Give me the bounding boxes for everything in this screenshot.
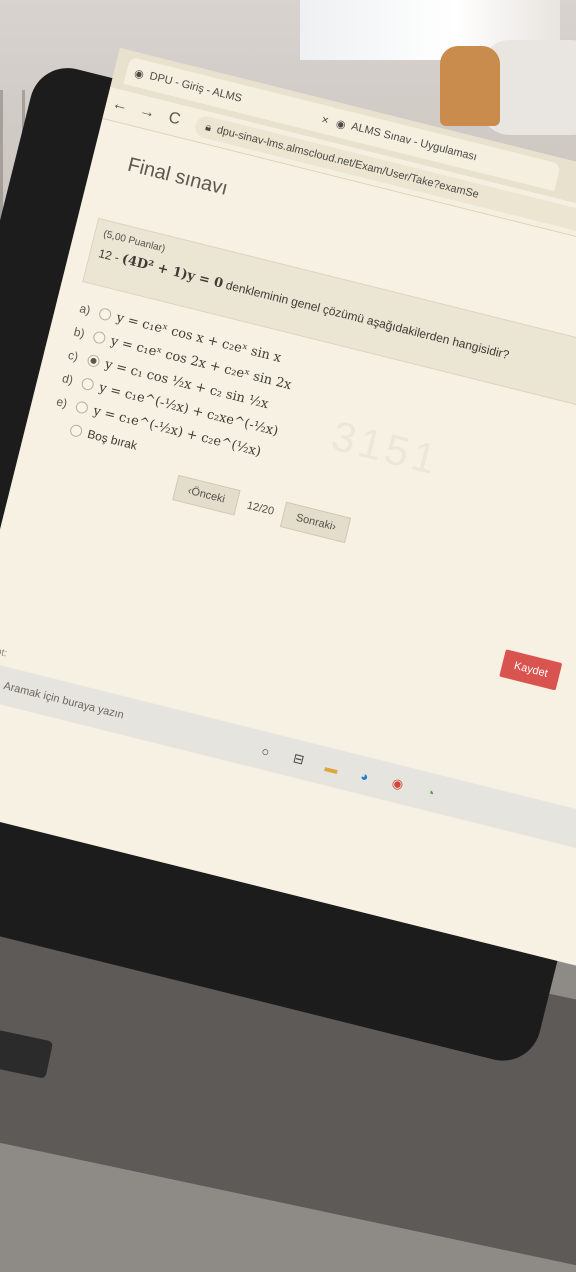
option-radio[interactable] bbox=[97, 307, 113, 322]
next-label: Sonraki bbox=[294, 511, 334, 533]
lock-icon: 🔒︎ bbox=[204, 120, 213, 134]
option-letter: c) bbox=[66, 347, 80, 364]
back-arrow-icon[interactable]: ← bbox=[104, 94, 136, 118]
file-explorer-icon[interactable]: ▬ bbox=[319, 755, 343, 779]
laptop-screen: ◉ DPU - Giriş - ALMS × ◉ ALMS Sınav - Uy… bbox=[0, 48, 576, 970]
option-radio[interactable] bbox=[68, 423, 84, 439]
windows-taskbar: ⊞ ⚲ Aramak için buraya yazın ○ ⊟ ▬ ◕ ◉ ◔ bbox=[0, 652, 576, 869]
save-button[interactable]: Kaydet bbox=[499, 649, 563, 691]
option-letter: a) bbox=[78, 301, 92, 318]
favicon-icon: ◉ bbox=[334, 117, 348, 132]
keyboard-key bbox=[0, 1029, 54, 1079]
widgets-icon[interactable]: ⊟ bbox=[287, 747, 311, 771]
forward-arrow-icon[interactable]: → bbox=[131, 100, 163, 124]
option-radio[interactable] bbox=[74, 400, 90, 415]
app-icon[interactable]: ◔ bbox=[418, 780, 442, 804]
option-letter bbox=[51, 424, 65, 427]
chrome-icon[interactable]: ◉ bbox=[385, 772, 409, 796]
previous-label: Önceki bbox=[190, 485, 227, 506]
option-letter: b) bbox=[72, 324, 87, 341]
edge-icon[interactable]: ◕ bbox=[352, 764, 376, 788]
option-radio[interactable] bbox=[92, 330, 107, 345]
question-number: 12 - bbox=[97, 246, 121, 265]
option-radio[interactable] bbox=[80, 376, 95, 392]
task-view-icon[interactable]: ○ bbox=[254, 739, 278, 763]
background-chair bbox=[440, 46, 500, 126]
option-letter: e) bbox=[54, 394, 69, 411]
question-equation: (4D² + 1)y = 0 bbox=[120, 251, 225, 292]
option-radio-selected[interactable] bbox=[86, 353, 101, 369]
page-title: Final sınavı bbox=[125, 153, 230, 200]
next-button[interactable]: Sonraki› bbox=[280, 501, 352, 544]
search-placeholder: Aramak için buraya yazın bbox=[2, 679, 125, 722]
taskbar-search[interactable]: ⚲ Aramak için buraya yazın bbox=[0, 670, 187, 744]
question-counter: 12/20 bbox=[245, 499, 276, 518]
reload-icon[interactable]: C bbox=[159, 107, 191, 131]
watermark: 3151 bbox=[327, 411, 445, 484]
favicon-icon: ◉ bbox=[132, 66, 146, 81]
option-letter: d) bbox=[60, 371, 75, 388]
status-bar-text: avascript: bbox=[0, 638, 9, 660]
